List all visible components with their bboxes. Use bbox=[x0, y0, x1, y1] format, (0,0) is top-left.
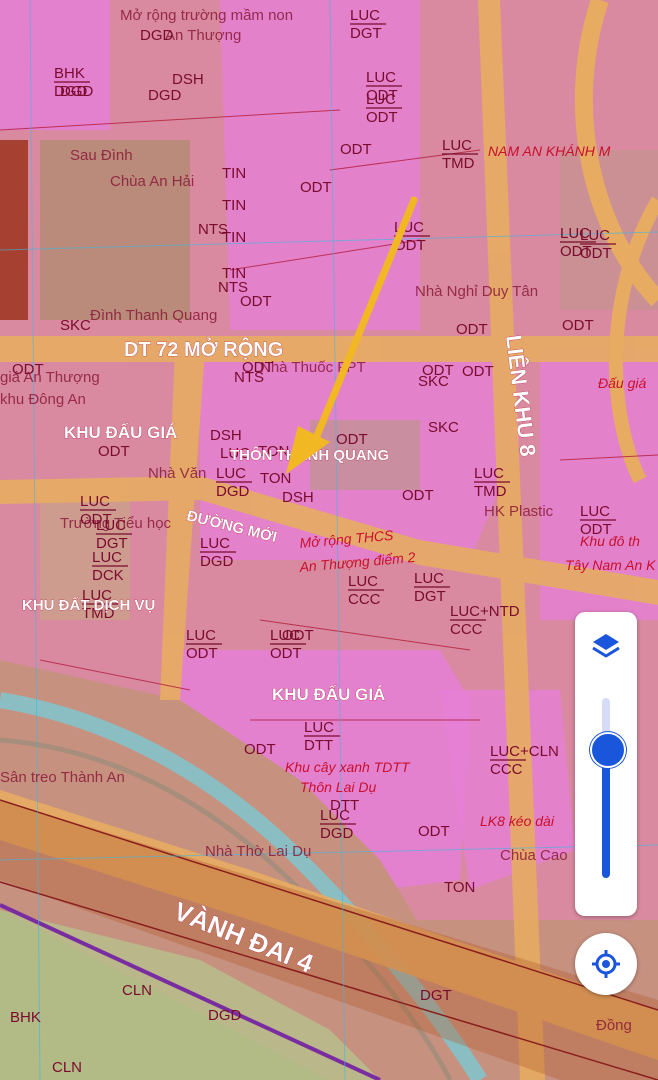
zone-code-single: BHK bbox=[10, 1009, 41, 1026]
zone-code-bottom: ODT bbox=[270, 645, 302, 662]
zone-code-top: LUC bbox=[186, 627, 216, 644]
zoom-slider-knob[interactable] bbox=[590, 732, 626, 769]
zone-code-single: ODT bbox=[300, 179, 332, 196]
zone-code-single: ODT bbox=[340, 141, 372, 158]
poi-nha-tho: Nhà Thờ Lai Dụ bbox=[205, 843, 311, 860]
zone-code-single: ODT bbox=[336, 431, 368, 448]
zone-code-single: DGD bbox=[148, 87, 182, 104]
zone-code-bottom: DTT bbox=[304, 737, 333, 754]
poi-mo-rong-truong: Mở rộng trường mầm non bbox=[120, 7, 293, 24]
zone-code-bottom: DCK bbox=[92, 567, 124, 584]
zone-code-top: LUC bbox=[580, 503, 610, 520]
poi-chua-an-hai: Chùa An Hải bbox=[110, 173, 194, 190]
zone-code-single: ODT bbox=[418, 823, 450, 840]
zone-code-top: LUC+NTD bbox=[450, 603, 520, 620]
zone-code-single: TIN bbox=[222, 197, 246, 214]
zone-code-bottom: TMD bbox=[442, 155, 475, 172]
zone-code-bottom: ODT bbox=[560, 243, 592, 260]
zone-code-single: NTS bbox=[198, 221, 228, 238]
zone-code-top: LUC bbox=[414, 570, 444, 587]
zone-code-bottom: ODT bbox=[366, 109, 398, 126]
zone-code-single: SKC bbox=[428, 419, 459, 436]
layers-icon[interactable] bbox=[590, 630, 622, 662]
my-location-icon bbox=[592, 950, 620, 978]
map-canvas[interactable]: Mở rộng trường mầm non An Thượng Sau Đìn… bbox=[0, 0, 658, 1080]
poi-hk-plastic: HK Plastic bbox=[484, 503, 554, 520]
label-khu-dau-gia-1: KHU ĐẤU GIÁ bbox=[64, 423, 177, 442]
my-location-button[interactable] bbox=[575, 933, 637, 995]
zone-code-bottom: DGD bbox=[200, 553, 234, 570]
zone-code-bottom: CCC bbox=[490, 761, 523, 778]
note-thon-lai-du: Thôn Lai Dụ bbox=[300, 779, 376, 795]
zone-code-single: ODT bbox=[456, 321, 488, 338]
zone-code-top: LUC bbox=[366, 69, 396, 86]
note-nam-an-khanh: NAM AN KHÁNH M bbox=[488, 143, 611, 159]
zone-code-single: TIN bbox=[222, 165, 246, 182]
label-khu-dau-gia-2: KHU ĐẤU GIÁ bbox=[272, 685, 385, 704]
zone-code-single: DGD bbox=[60, 83, 94, 100]
zone-code-single: ODT bbox=[98, 443, 130, 460]
poi-khu-dong-an: khu Đông An bbox=[0, 391, 86, 408]
zone-code-single: NTS bbox=[218, 279, 248, 296]
zone-code-top: LUC bbox=[304, 719, 334, 736]
zone-code-single: DGD bbox=[208, 1007, 242, 1024]
zone-code-single: DTT bbox=[330, 797, 359, 814]
zone-code-top: LUC bbox=[474, 465, 504, 482]
zone-code-bottom: ODT bbox=[186, 645, 218, 662]
zoom-slider-track[interactable] bbox=[602, 698, 610, 878]
zone-code-single: CLN bbox=[122, 982, 152, 999]
zone-code-single: DSH bbox=[210, 427, 242, 444]
note-tay-nam-an: Tây Nam An K bbox=[565, 557, 656, 573]
poi-nha-van-hoa: Nhà Văn bbox=[148, 465, 206, 482]
poi-sau-dinh: Sau Đình bbox=[70, 147, 133, 164]
zone-code-bottom: CCC bbox=[450, 621, 483, 638]
zone-code-top: LUC bbox=[200, 535, 230, 552]
zone-code-bottom: TMD bbox=[474, 483, 507, 500]
zone-code-single: SKC bbox=[418, 373, 449, 390]
zone-code-single: ODT bbox=[402, 487, 434, 504]
zone-code-top: LUC+CLN bbox=[490, 743, 559, 760]
zone-code-bottom: ODT bbox=[580, 521, 612, 538]
poi-chua-cao: Chùa Cao bbox=[500, 847, 568, 864]
label-dt72: DT 72 MỞ RỘNG bbox=[124, 337, 283, 361]
zone-code-single: DGT bbox=[420, 987, 452, 1004]
poi-dong: Đồng bbox=[596, 1017, 632, 1034]
zone-code-top: LUC bbox=[92, 549, 122, 566]
zone-code-top: LUC bbox=[96, 517, 126, 534]
zone-code-top: LUC bbox=[350, 7, 380, 24]
zone-code-bottom: DGD bbox=[216, 483, 250, 500]
zone-code-top: BHK bbox=[54, 65, 85, 82]
poi-san-treo: Sân treo Thành An bbox=[0, 769, 125, 786]
zone-code-single: TON bbox=[444, 879, 475, 896]
label-khu-dich-vu: KHU ĐẤT DỊCH VỤ bbox=[22, 597, 155, 614]
zone-code-bottom: CCC bbox=[348, 591, 381, 608]
zone-code-single: DSH bbox=[172, 71, 204, 88]
note-lk8: LK8 kéo dài bbox=[480, 813, 555, 829]
poi-an-thuong: An Thượng bbox=[165, 27, 241, 44]
zone-code-single: ODT bbox=[562, 317, 594, 334]
zone-code-top: LUC bbox=[348, 573, 378, 590]
zone-code-top: LUC bbox=[366, 91, 396, 108]
zone-code-single: ODT bbox=[244, 741, 276, 758]
poi-dinh: Đình Thanh Quang bbox=[90, 307, 217, 324]
zone-code-top: LUC bbox=[560, 225, 590, 242]
zone-code-top: LUC bbox=[80, 493, 110, 510]
zone-code-single: DGD bbox=[140, 27, 174, 44]
zone-code-single: SKC bbox=[60, 317, 91, 334]
zone-code-bottom: DGD bbox=[320, 825, 354, 842]
zone-code-single: ODT bbox=[462, 363, 494, 380]
zone-code-single: ODT bbox=[12, 361, 44, 378]
zone-code-top: LUC bbox=[442, 137, 472, 154]
zone-code-single: CLN bbox=[52, 1059, 82, 1076]
zone-code-top: LUC bbox=[216, 465, 246, 482]
note-dau-gia-right: Đấu giá bbox=[598, 375, 646, 391]
zone-code-single: NTS bbox=[234, 369, 264, 386]
zoom-panel bbox=[575, 612, 637, 916]
poi-nha-nghi: Nhà Nghỉ Duy Tân bbox=[415, 283, 538, 300]
zone-code-single: DSH bbox=[282, 489, 314, 506]
zone-code-single: ODT bbox=[282, 627, 314, 644]
zone-code-bottom: DGT bbox=[350, 25, 382, 42]
zone-code-bottom: DGT bbox=[414, 588, 446, 605]
note-khu-cay-xanh: Khu cây xanh TDTT bbox=[285, 759, 411, 775]
